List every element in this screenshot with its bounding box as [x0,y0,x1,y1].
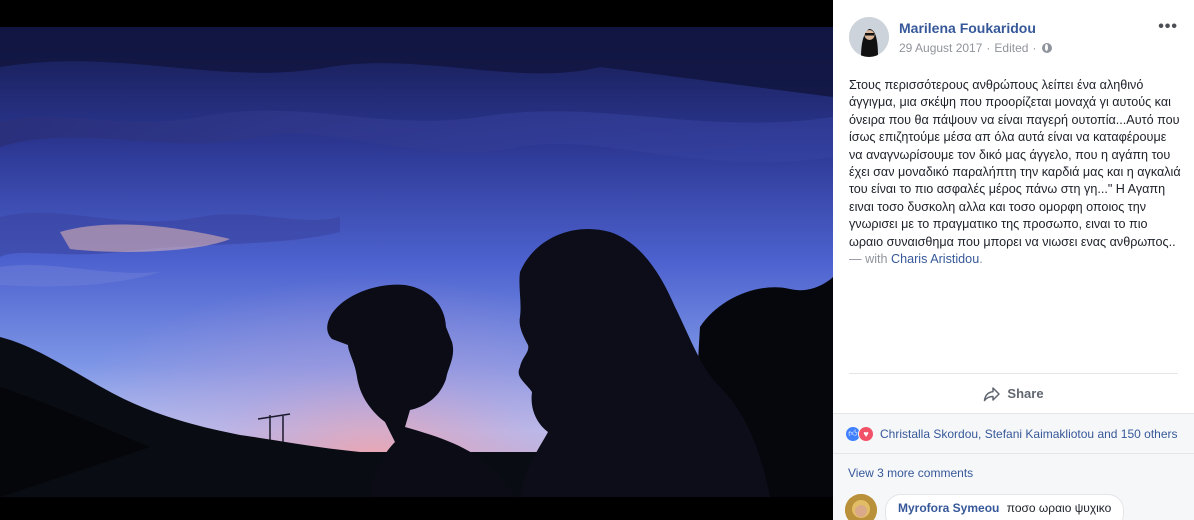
author-name[interactable]: Marilena Foukaridou [899,20,1036,36]
comment-item: Myrofora Symeou ποσο ωραιο ψυχικο [845,494,1125,520]
author-avatar[interactable] [849,17,889,57]
reaction-icons: 👍︎ ♥ [845,425,874,442]
post-body: Στους περισσότερους ανθρώπους λείπει ένα… [849,78,1181,249]
commenter-photo-icon [845,494,877,520]
globe-icon[interactable] [1042,43,1053,53]
tag-end: . [979,252,983,267]
post-text: Στους περισσότερους ανθρώπους λείπει ένα… [849,77,1181,268]
meta-dot: · [1032,41,1037,55]
post-sidebar: Marilena Foukaridou 29 August 2017 · Edi… [833,0,1194,520]
share-label: Share [1007,386,1044,401]
more-options-icon[interactable]: ••• [1158,19,1178,35]
photo-viewer [0,0,833,520]
post-header: Marilena Foukaridou 29 August 2017 · Edi… [833,0,1194,70]
commenter-avatar[interactable] [845,494,877,520]
post-meta: 29 August 2017 · Edited · [899,41,1053,55]
comments-section: View 3 more comments Myrofora Symeou ποσ… [833,453,1194,520]
with-label: — with [849,252,891,267]
author-photo-icon [849,17,889,57]
meta-separator: · [986,41,991,55]
love-icon: ♥ [858,425,874,442]
post-date[interactable]: 29 August 2017 [899,41,982,55]
view-more-comments-link[interactable]: View 3 more comments [848,466,973,480]
tagged-person-link[interactable]: Charis Aristidou [891,252,979,266]
reactions-summary[interactable]: 👍︎ ♥ Christalla Skordou, Stefani Kaimakl… [833,413,1194,453]
share-icon [983,386,1001,402]
reactors-text[interactable]: Christalla Skordou, Stefani Kaimakliotou… [880,427,1178,441]
comment-bubble: Myrofora Symeou ποσο ωραιο ψυχικο [885,494,1125,520]
silhouette-photo [0,27,833,497]
share-button[interactable]: Share [983,386,1044,402]
post-photo[interactable] [0,27,833,497]
comment-author[interactable]: Myrofora Symeou [898,501,999,515]
comment-text: ποσο ωραιο ψυχικο [1006,501,1112,515]
action-bar: Share [849,374,1178,413]
edited-label[interactable]: Edited [994,41,1028,55]
